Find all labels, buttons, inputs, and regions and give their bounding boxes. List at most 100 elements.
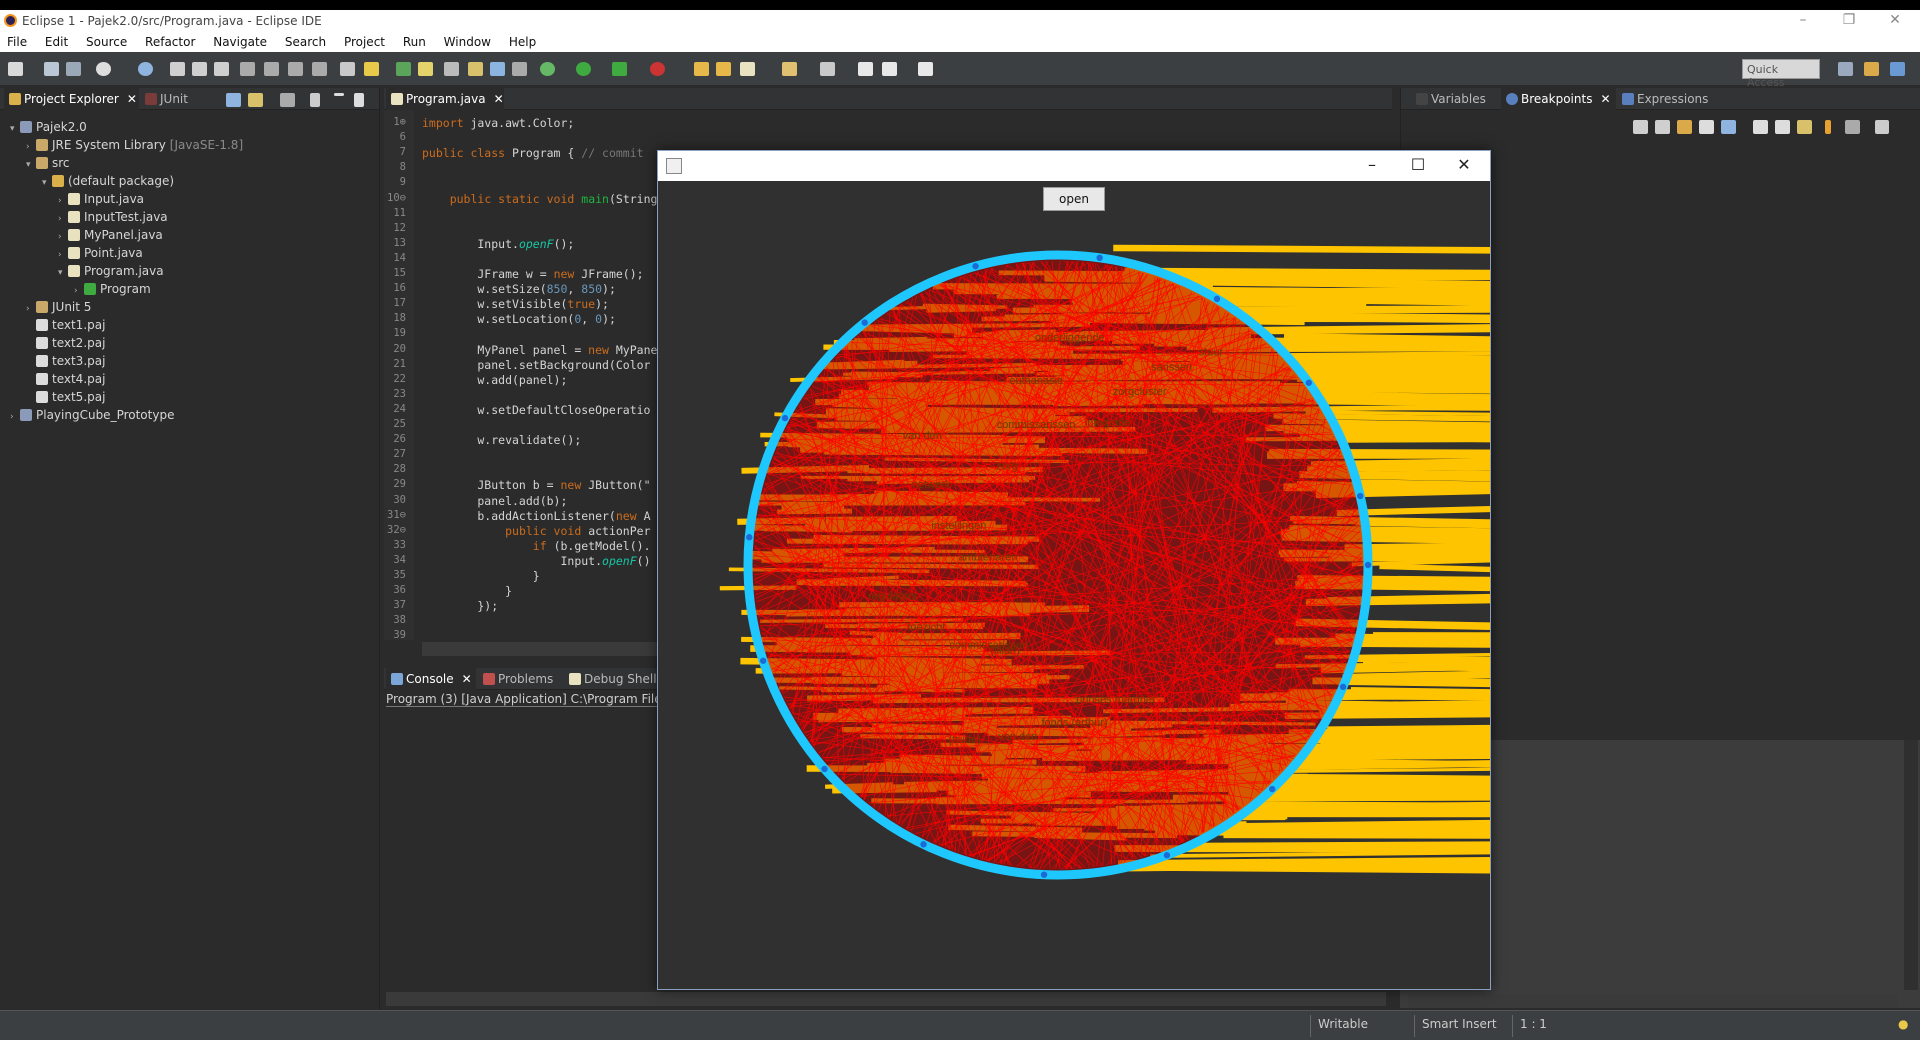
step-return-icon[interactable] bbox=[288, 62, 303, 76]
menu-search[interactable]: Search bbox=[278, 32, 333, 49]
resume-icon[interactable] bbox=[170, 62, 185, 76]
close-icon[interactable]: ✕ bbox=[494, 92, 504, 106]
search-icon[interactable] bbox=[364, 62, 379, 76]
tab-problems[interactable]: Problems bbox=[478, 668, 568, 690]
maximize-button[interactable]: ❐ bbox=[1826, 10, 1872, 32]
debug-icon[interactable] bbox=[96, 62, 111, 76]
debug-perspective-icon[interactable] bbox=[1890, 62, 1905, 76]
open-type-icon[interactable] bbox=[418, 62, 433, 76]
toggle-mark-icon[interactable] bbox=[468, 62, 483, 76]
remove-breakpoint-icon[interactable] bbox=[1633, 120, 1648, 134]
forward-icon[interactable] bbox=[918, 62, 933, 76]
minimize-view-icon[interactable] bbox=[334, 93, 344, 96]
suspend-icon[interactable] bbox=[192, 62, 207, 76]
close-icon[interactable]: ✕ bbox=[1600, 92, 1610, 106]
next-annotation-icon[interactable] bbox=[782, 62, 797, 76]
tree-item[interactable]: ▾ Program.java bbox=[58, 262, 164, 280]
skip-breakpoints-icon[interactable] bbox=[138, 62, 153, 76]
new-icon[interactable] bbox=[8, 62, 23, 76]
link-editor-icon[interactable] bbox=[248, 93, 263, 107]
expand-arrow-icon[interactable]: ▾ bbox=[10, 120, 20, 138]
open-task-icon[interactable] bbox=[340, 62, 355, 76]
java-maximize-button[interactable]: ☐ bbox=[1398, 155, 1438, 174]
back-history-icon[interactable] bbox=[882, 62, 897, 76]
tree-item[interactable]: › JUnit 5 bbox=[26, 298, 91, 316]
new-package-icon[interactable] bbox=[716, 62, 731, 76]
menu-window[interactable]: Window bbox=[437, 32, 498, 49]
menu-refactor[interactable]: Refactor bbox=[138, 32, 202, 49]
menu-file[interactable]: File bbox=[0, 32, 34, 49]
back-icon[interactable] bbox=[858, 62, 873, 76]
tree-item[interactable]: ▾ Pajek2.0 bbox=[10, 118, 87, 136]
show-breakpoints-icon[interactable] bbox=[1677, 120, 1692, 134]
step-over-icon[interactable] bbox=[264, 62, 279, 76]
tab-junit[interactable]: JUnit bbox=[140, 88, 210, 110]
menu-help[interactable]: Help bbox=[502, 32, 543, 49]
tree-item[interactable]: text2.paj bbox=[26, 334, 105, 352]
collapse-all-icon[interactable] bbox=[226, 93, 241, 107]
tree-item[interactable]: › MyPanel.java bbox=[58, 226, 163, 244]
java-minimize-button[interactable]: – bbox=[1352, 155, 1392, 174]
expand-arrow-icon[interactable]: › bbox=[10, 408, 20, 426]
maximize-view-icon[interactable] bbox=[354, 93, 364, 107]
tree-item[interactable]: › Program bbox=[74, 280, 151, 298]
quick-access-field[interactable]: Quick Access bbox=[1742, 59, 1820, 89]
external-tools-icon[interactable] bbox=[650, 62, 665, 76]
toggle-block-icon[interactable] bbox=[490, 62, 505, 76]
close-icon[interactable]: ✕ bbox=[462, 672, 472, 686]
close-button[interactable]: ✕ bbox=[1872, 10, 1918, 32]
save-icon[interactable] bbox=[44, 62, 59, 76]
menu-run[interactable]: Run bbox=[396, 32, 433, 49]
tab-variables[interactable]: Variables bbox=[1411, 88, 1501, 110]
tab-breakpoints[interactable]: Breakpoints ✕ bbox=[1501, 88, 1616, 110]
java-exception-breakpoint-icon[interactable] bbox=[1825, 120, 1831, 134]
console-horizontal-scrollbar[interactable] bbox=[386, 992, 1386, 1006]
expand-arrow-icon[interactable]: ▾ bbox=[58, 264, 68, 282]
minimize-button[interactable]: – bbox=[1780, 10, 1826, 32]
tree-item[interactable]: text4.paj bbox=[26, 370, 105, 388]
step-into-icon[interactable] bbox=[240, 62, 255, 76]
java-close-button[interactable]: ✕ bbox=[1444, 155, 1484, 174]
open-resource-icon[interactable] bbox=[444, 62, 459, 76]
tab-expressions[interactable]: Expressions bbox=[1617, 88, 1727, 110]
skip-all-icon[interactable] bbox=[1721, 120, 1736, 134]
tree-item[interactable]: › Input.java bbox=[58, 190, 144, 208]
drop-to-frame-icon[interactable] bbox=[312, 62, 327, 76]
collapse-all-icon[interactable] bbox=[1775, 120, 1790, 134]
tree-item[interactable]: › InputTest.java bbox=[58, 208, 168, 226]
tab-console[interactable]: Console ✕ bbox=[386, 668, 476, 690]
java-perspective-icon[interactable] bbox=[1864, 62, 1879, 76]
coverage-run-icon[interactable] bbox=[612, 62, 627, 76]
tree-item[interactable]: text3.paj bbox=[26, 352, 105, 370]
expand-arrow-icon[interactable]: ▾ bbox=[26, 156, 36, 174]
run-last-icon[interactable] bbox=[540, 62, 555, 76]
tip-bulb-icon[interactable]: ● bbox=[1898, 1017, 1908, 1031]
remove-all-breakpoints-icon[interactable] bbox=[1655, 120, 1670, 134]
tree-item[interactable]: › Point.java bbox=[58, 244, 143, 262]
new-class-icon[interactable] bbox=[740, 62, 755, 76]
expand-arrow-icon[interactable]: ▾ bbox=[42, 174, 52, 192]
tree-item[interactable]: ▾ (default package) bbox=[42, 172, 174, 190]
coverage-icon[interactable] bbox=[396, 62, 411, 76]
save-all-icon[interactable] bbox=[66, 62, 81, 76]
previous-annotation-icon[interactable] bbox=[820, 62, 835, 76]
menu-edit[interactable]: Edit bbox=[38, 32, 75, 49]
new-java-project-icon[interactable] bbox=[694, 62, 709, 76]
expand-all-icon[interactable] bbox=[1753, 120, 1768, 134]
tree-item[interactable]: text1.paj bbox=[26, 316, 105, 334]
status-insert-mode[interactable]: Smart Insert bbox=[1422, 1017, 1497, 1031]
show-whitespace-icon[interactable] bbox=[512, 62, 527, 76]
detail-vertical-scrollbar[interactable] bbox=[1904, 740, 1918, 990]
link-debug-view-icon[interactable] bbox=[1797, 120, 1812, 134]
tree-item[interactable]: › JRE System Library [JavaSE-1.8] bbox=[26, 136, 243, 154]
menu-project[interactable]: Project bbox=[337, 32, 392, 49]
run-icon[interactable] bbox=[576, 62, 591, 76]
go-to-file-icon[interactable] bbox=[1699, 120, 1714, 134]
close-icon[interactable]: ✕ bbox=[127, 92, 137, 106]
open-perspective-icon[interactable] bbox=[1838, 62, 1853, 76]
tab-project-explorer[interactable]: Project Explorer ✕ bbox=[4, 88, 139, 110]
view-menu-icon[interactable] bbox=[310, 93, 320, 107]
open-button[interactable]: open bbox=[1043, 187, 1105, 211]
tab-program-java[interactable]: Program.java ✕ bbox=[386, 88, 504, 110]
filter-icon[interactable] bbox=[280, 93, 295, 107]
